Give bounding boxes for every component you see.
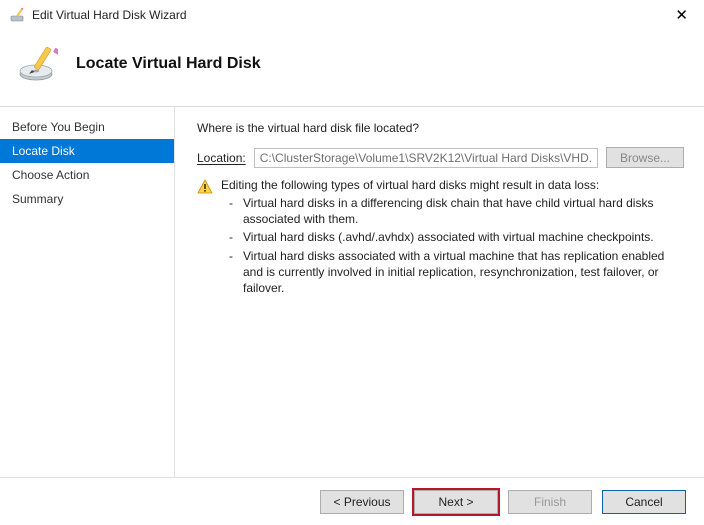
next-button[interactable]: Next >	[414, 490, 498, 514]
location-input[interactable]	[254, 148, 598, 168]
close-icon[interactable]: ✕	[669, 6, 694, 24]
wizard-app-icon	[10, 7, 26, 23]
warning-intro: Editing the following types of virtual h…	[221, 178, 684, 192]
warning-item: Virtual hard disks in a differencing dis…	[229, 195, 684, 227]
page-title: Locate Virtual Hard Disk	[76, 55, 261, 73]
wizard-steps-sidebar: Before You Begin Locate Disk Choose Acti…	[0, 107, 175, 477]
sidebar-item-locate-disk[interactable]: Locate Disk	[0, 139, 174, 163]
sidebar-item-label: Locate Disk	[12, 144, 75, 158]
finish-button: Finish	[508, 490, 592, 514]
location-label: Location:	[197, 151, 246, 165]
sidebar-item-choose-action[interactable]: Choose Action	[0, 163, 174, 187]
cancel-button[interactable]: Cancel	[602, 490, 686, 514]
warning-block: Editing the following types of virtual h…	[197, 178, 684, 298]
title-bar: Edit Virtual Hard Disk Wizard ✕	[0, 0, 704, 30]
warning-icon	[197, 178, 213, 195]
previous-button[interactable]: < Previous	[320, 490, 404, 514]
wizard-header: Locate Virtual Hard Disk	[0, 30, 704, 106]
browse-button: Browse...	[606, 147, 684, 168]
wizard-body: Before You Begin Locate Disk Choose Acti…	[0, 107, 704, 477]
warning-item-text: Virtual hard disks in a differencing dis…	[243, 195, 684, 227]
sidebar-item-summary[interactable]: Summary	[0, 187, 174, 211]
warning-item-text: Virtual hard disks associated with a vir…	[243, 248, 684, 297]
sidebar-item-label: Choose Action	[12, 168, 89, 182]
sidebar-item-label: Summary	[12, 192, 63, 206]
location-row: Location: Browse...	[197, 147, 684, 168]
wizard-footer: < Previous Next > Finish Cancel	[0, 477, 704, 525]
wizard-content: Where is the virtual hard disk file loca…	[175, 107, 704, 477]
warning-item-text: Virtual hard disks (.avhd/.avhdx) associ…	[243, 229, 654, 245]
warning-body: Editing the following types of virtual h…	[221, 178, 684, 298]
warning-item: Virtual hard disks associated with a vir…	[229, 248, 684, 297]
titlebar-left: Edit Virtual Hard Disk Wizard	[10, 7, 187, 23]
warning-item: Virtual hard disks (.avhd/.avhdx) associ…	[229, 229, 684, 245]
window-title: Edit Virtual Hard Disk Wizard	[32, 8, 187, 22]
sidebar-item-before-you-begin[interactable]: Before You Begin	[0, 115, 174, 139]
warning-list: Virtual hard disks in a differencing dis…	[221, 195, 684, 296]
edit-disk-icon	[18, 44, 58, 84]
sidebar-item-label: Before You Begin	[12, 120, 105, 134]
prompt-text: Where is the virtual hard disk file loca…	[197, 121, 684, 135]
